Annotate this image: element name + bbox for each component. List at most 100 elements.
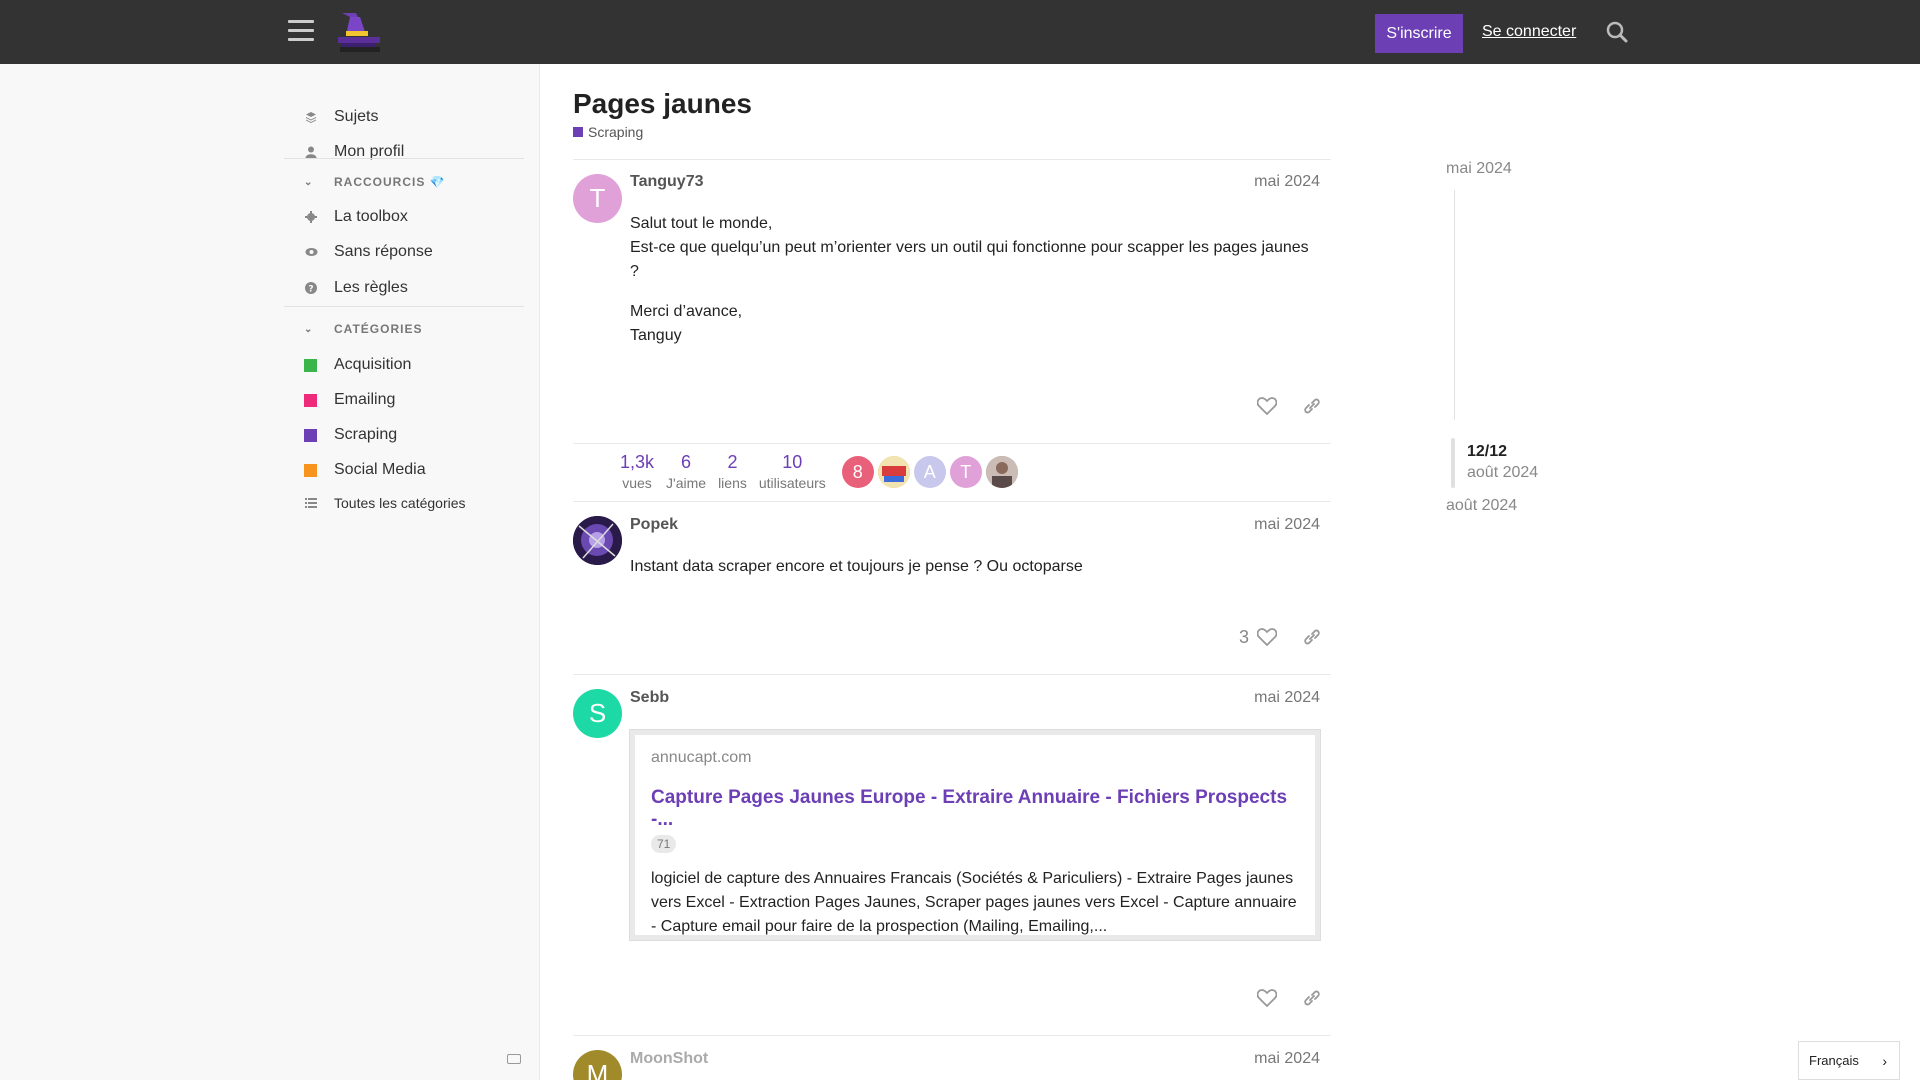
topic-category-badge[interactable]: Scraping <box>573 124 643 140</box>
hamburger-menu-icon[interactable] <box>288 20 314 42</box>
category-color-swatch <box>304 463 317 477</box>
post-date[interactable]: mai 2024 <box>1254 516 1320 534</box>
heart-icon[interactable] <box>1256 627 1278 647</box>
stat-likes[interactable]: 6 J'aime <box>666 452 706 491</box>
sidebar-item-mon-profil[interactable]: Mon profil <box>304 139 404 165</box>
timeline-end-date[interactable]: août 2024 <box>1446 497 1517 515</box>
stat-links-count: 2 <box>727 452 738 472</box>
stat-links[interactable]: 2 liens <box>718 452 747 491</box>
avatar[interactable]: A <box>913 456 946 488</box>
timeline-start-date[interactable]: mai 2024 <box>1446 160 1512 178</box>
sidebar-divider <box>284 306 524 307</box>
shortcuts-section-header[interactable]: ⌄ RACCOURCIS 💎 <box>304 175 446 189</box>
sidebar-item-label: La toolbox <box>334 208 408 225</box>
participant-avatars: 8 A T <box>841 456 1022 488</box>
sidebar-category-social-media[interactable]: Social Media <box>304 457 426 483</box>
post-divider <box>573 443 1331 444</box>
post-date[interactable]: mai 2024 <box>1254 689 1320 707</box>
stat-views-label: vues <box>622 475 652 491</box>
post-divider <box>573 501 1331 502</box>
gear-icon <box>304 210 318 224</box>
stat-views[interactable]: 1,3k vues <box>620 452 654 491</box>
stat-views-count: 1,3k <box>620 452 655 472</box>
link-icon[interactable] <box>1301 396 1323 416</box>
stat-users[interactable]: 10 utilisateurs <box>759 452 826 491</box>
post-divider <box>573 674 1331 675</box>
sidebar-item-sans-reponse[interactable]: Sans réponse <box>304 239 433 265</box>
question-icon: ? <box>304 281 318 295</box>
post-divider <box>573 159 1331 160</box>
heart-icon[interactable] <box>1256 988 1278 1008</box>
sidebar-item-label: Social Media <box>334 461 426 478</box>
heart-icon[interactable] <box>1256 396 1278 416</box>
timeline-current-date: août 2024 <box>1467 464 1539 481</box>
post-username[interactable]: Tanguy73 <box>630 173 704 191</box>
sidebar-item-label: Acquisition <box>334 356 412 373</box>
timeline-scroll-handle[interactable] <box>1451 438 1455 488</box>
post-username[interactable]: Sebb <box>630 689 669 707</box>
post-body: Instant data scraper encore et toujours … <box>630 555 1320 579</box>
chevron-right-icon: › <box>1882 1053 1887 1069</box>
post-divider <box>573 1035 1331 1036</box>
click-count-badge: 71 <box>651 835 677 853</box>
link-icon[interactable] <box>1301 988 1323 1008</box>
onebox-description: logiciel de capture des Annuaires Franca… <box>651 870 1297 935</box>
sidebar-item-label: Scraping <box>334 426 398 443</box>
post-paragraph: Instant data scraper encore et toujours … <box>630 558 1083 575</box>
post-username[interactable]: Popek <box>630 516 678 534</box>
onebox-title-link[interactable]: Capture Pages Jaunes Europe - Extraire A… <box>651 787 1299 831</box>
avatar[interactable] <box>877 456 910 488</box>
site-logo-wizard-hat-icon[interactable] <box>336 9 384 55</box>
sidebar-item-sujets[interactable]: Sujets <box>304 104 378 130</box>
sidebar-category-scraping[interactable]: Scraping <box>304 422 397 448</box>
category-color-swatch <box>304 358 317 372</box>
sidebar-category-emailing[interactable]: Emailing <box>304 387 395 413</box>
categories-section-header[interactable]: ⌄ CATÉGORIES <box>304 322 422 336</box>
svg-text:?: ? <box>308 285 313 295</box>
stat-users-count: 10 <box>782 452 803 472</box>
keyboard-shortcuts-icon[interactable] <box>507 1054 521 1064</box>
avatar[interactable] <box>573 516 622 565</box>
chevron-down-icon: ⌄ <box>304 176 314 188</box>
category-color-swatch <box>304 428 317 442</box>
sidebar: Sujets Mon profil ⌄ RACCOURCIS 💎 La tool… <box>0 64 540 1080</box>
sidebar-category-acquisition[interactable]: Acquisition <box>304 352 411 378</box>
page-title: Pages jaunes <box>573 88 752 119</box>
post-paragraph: Merci d’avance, <box>630 303 743 320</box>
sidebar-divider <box>284 158 524 159</box>
avatar[interactable]: M <box>573 1050 622 1080</box>
signup-button[interactable]: S'inscrire <box>1375 14 1463 53</box>
sidebar-all-categories[interactable]: Toutes les catégories <box>304 490 466 516</box>
stat-likes-label: J'aime <box>666 475 707 491</box>
layers-icon <box>304 110 318 124</box>
site-header: S'inscrire Se connecter <box>0 0 1920 64</box>
login-link[interactable]: Se connecter <box>1482 23 1576 41</box>
sidebar-item-label: Sujets <box>334 108 379 125</box>
sidebar-item-les-regles[interactable]: ? Les règles <box>304 275 408 301</box>
category-color-swatch <box>304 393 317 407</box>
avatar[interactable]: T <box>949 456 982 488</box>
post-date[interactable]: mai 2024 <box>1254 173 1320 191</box>
link-preview-onebox: annucapt.com Capture Pages Jaunes Europe… <box>630 730 1320 940</box>
post-date[interactable]: mai 2024 <box>1254 1050 1320 1068</box>
search-icon[interactable] <box>1606 21 1628 43</box>
category-color-swatch <box>573 127 583 137</box>
post-username[interactable]: MoonShot <box>630 1050 708 1068</box>
timeline-track[interactable] <box>1454 190 1455 420</box>
avatar[interactable]: 8 <box>841 456 874 488</box>
like-count[interactable]: 3 <box>1239 627 1249 648</box>
timeline-position: 12/12 <box>1467 443 1508 460</box>
language-selected-label: Français <box>1809 1053 1859 1068</box>
avatar[interactable]: S <box>573 689 622 738</box>
language-selector[interactable]: Français › <box>1798 1041 1900 1080</box>
link-icon[interactable] <box>1301 627 1323 647</box>
post-paragraph: Est-ce que quelqu’un peut m’orienter ver… <box>630 239 1309 280</box>
chevron-down-icon: ⌄ <box>304 323 314 335</box>
post-body: Salut tout le monde, Est-ce que quelqu’u… <box>630 212 1320 348</box>
sidebar-item-la-toolbox[interactable]: La toolbox <box>304 204 408 230</box>
categories-heading: CATÉGORIES <box>334 322 423 336</box>
onebox-domain[interactable]: annucapt.com <box>651 749 1299 767</box>
avatar[interactable] <box>985 456 1018 488</box>
avatar[interactable]: T <box>573 174 622 223</box>
stat-links-label: liens <box>718 475 747 491</box>
